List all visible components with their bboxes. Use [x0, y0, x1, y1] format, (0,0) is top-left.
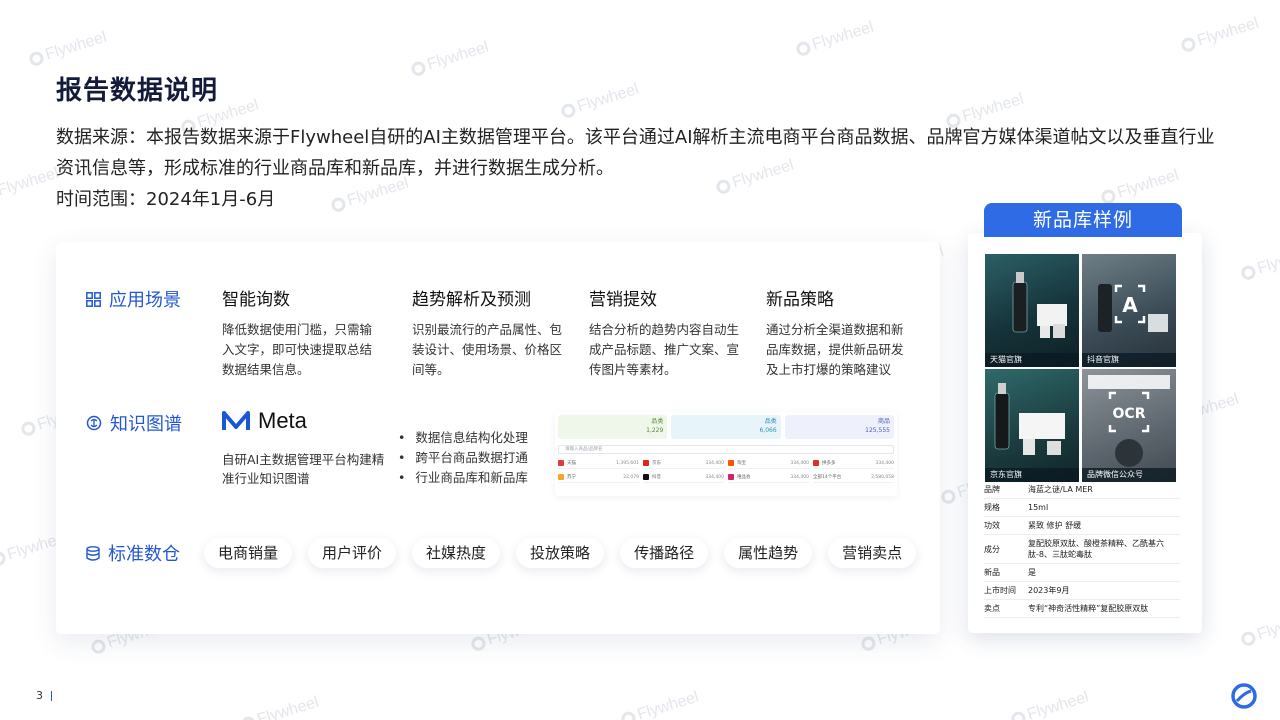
section-label-knowledge: 知识图谱	[86, 410, 182, 436]
attr-row: 功效 紧致 修护 舒缓	[984, 517, 1180, 535]
page-title: 报告数据说明	[56, 76, 219, 106]
chip-attribute-trend: 属性趋势	[724, 538, 813, 568]
warehouse-chips: 电商销量 用户评价 社媒热度 投放策略 传播路径 属性趋势 营销卖点	[204, 538, 917, 568]
platform-cell: 拼多多 334,400	[813, 458, 894, 469]
chip-spread-path: 传播路径	[620, 538, 709, 568]
watermark: Flywheel	[1239, 609, 1280, 650]
watermark: Flywheel	[0, 164, 61, 200]
stat-card: 品类 6,066	[671, 415, 781, 439]
intro-text: 数据来源：本报告数据来源于Flywheel自研的AI主数据管理平台。该平台通过A…	[56, 122, 1216, 215]
bullet-item: 数据信息结构化处理	[398, 428, 528, 448]
brain-icon	[86, 415, 102, 431]
attr-row: 规格 15ml	[984, 499, 1180, 517]
feature-marketing: 营销提效 结合分析的趋势内容自动生成产品标题、推广文案、宣传图片等素材。	[589, 285, 739, 380]
chip-ad-strategy: 投放策略	[516, 538, 605, 568]
stat-label: 品类	[764, 418, 777, 425]
feature-desc: 识别最流行的产品属性、包装设计、使用场景、价格区间等。	[412, 322, 563, 377]
product-bottle-icon	[994, 383, 1065, 455]
stat-value: 6,066	[759, 427, 777, 434]
section-label-warehouse: 标准数仓	[86, 540, 180, 566]
watermark: Flywheel	[27, 29, 109, 70]
bullet-item: 行业商品库和新品库	[398, 468, 528, 488]
feature-desc: 降低数据使用门槛，只需输入文字，即可快速提取总结数据结果信息。	[222, 322, 373, 377]
dashboard-search[interactable]: 请输入商品/品牌名	[558, 445, 894, 454]
meta-icon	[222, 411, 250, 430]
image-caption: 天猫官旗	[985, 353, 1079, 367]
sample-image-tmall: 天猫官旗	[985, 254, 1079, 367]
watermark: Flywheel	[1009, 689, 1091, 720]
chip-ecommerce-sales: 电商销量	[204, 538, 293, 568]
feature-title: 新品策略	[766, 290, 834, 310]
sample-image-douyin: A 抖音官旗	[1082, 254, 1176, 367]
meta-name: Meta	[258, 408, 307, 433]
watermark: Flywheel	[409, 39, 491, 80]
attr-row: 卖点 专利“神奇活性精粹”复配胶原双肽	[984, 600, 1180, 618]
watermark: Flywheel	[1179, 15, 1261, 56]
feature-title: 智能询数	[222, 290, 290, 310]
flywheel-logo-icon	[1231, 683, 1257, 709]
platform-cell: 天猫 1,395,601	[558, 458, 639, 469]
section-label-text: 知识图谱	[110, 414, 182, 435]
stat-value: 125,555	[865, 427, 890, 434]
section-label-scenarios: 应用场景	[86, 286, 181, 312]
platform-cell: 京东 334,400	[643, 458, 724, 469]
ocr-icon: OCR	[1088, 375, 1170, 467]
stat-label: 商品	[877, 418, 890, 425]
feature-smart-query: 智能询数 降低数据使用门槛，只需输入文字，即可快速提取总结数据结果信息。	[222, 285, 372, 380]
platform-cell: 淘宝 334,400	[728, 458, 809, 469]
feature-trend-analysis: 趋势解析及预测 识别最流行的产品属性、包装设计、使用场景、价格区间等。	[412, 285, 562, 380]
page-number-text: 3	[36, 689, 43, 702]
chip-user-reviews: 用户评价	[308, 538, 397, 568]
bullet-item: 跨平台商品数据打通	[398, 448, 528, 468]
watermark: Flywheel	[794, 19, 876, 60]
knowledge-bullets: 数据信息结构化处理 跨平台商品数据打通 行业商品库和新品库	[398, 428, 528, 488]
feature-title: 营销提效	[589, 290, 657, 310]
meta-logo: Meta	[222, 408, 307, 434]
sample-image-wechat: OCR 品牌微信公众号	[1082, 369, 1176, 482]
section-label-text: 应用场景	[109, 290, 181, 311]
meta-desc: 自研AI主数据管理平台构建精准行业知识图谱	[222, 452, 385, 486]
mini-dashboard: 品类 1,229 品类 6,066 商品 125,555 请输入商品/品牌名 天…	[555, 412, 897, 496]
image-caption: 京东官旗	[985, 468, 1079, 482]
chip-selling-points: 营销卖点	[828, 538, 917, 568]
attr-row: 成分 复配胶原双肽、酸橙茶精粹、乙酰基六肽-8、三肽蛇毒肽	[984, 535, 1180, 564]
stat-card: 商品 125,555	[784, 415, 894, 439]
sample-attributes: 品牌 海蓝之谜/LA MER 规格 15ml 功效 紧致 修护 舒缓 成分 复配胶原双肽…	[984, 481, 1180, 618]
watermark: Flywheel	[559, 81, 641, 122]
chip-social-heat: 社媒热度	[412, 538, 501, 568]
section-label-text: 标准数仓	[108, 544, 180, 565]
feature-new-product: 新品策略 通过分析全渠道数据和新品库数据，提供新品研发及上市打爆的策略建议	[766, 285, 908, 380]
database-icon	[86, 545, 100, 561]
feature-desc: 结合分析的趋势内容自动生成产品标题、推广文案、宣传图片等素材。	[589, 322, 740, 377]
platform-cell: 唯品会 334,400	[728, 472, 809, 483]
attr-row: 品牌 海蓝之谜/LA MER	[984, 481, 1180, 499]
page-number: 3	[36, 689, 52, 702]
stat-label: 品类	[651, 418, 664, 425]
feature-title: 趋势解析及预测	[412, 290, 531, 310]
stat-value: 1,229	[646, 427, 664, 434]
product-bottle-icon	[1012, 272, 1067, 338]
platform-cell: 苏宁 22,079	[558, 472, 639, 483]
image-caption: 抖音官旗	[1082, 353, 1176, 367]
svg-text:OCR: OCR	[1113, 406, 1146, 422]
platform-cell: 全部14个平台 2,580,058	[813, 472, 894, 483]
image-caption: 品牌微信公众号	[1082, 468, 1176, 482]
watermark: Flywheel	[619, 689, 701, 720]
svg-text:A: A	[1122, 293, 1138, 317]
sample-tab-title: 新品库样例	[984, 203, 1182, 237]
data-source-text: 数据来源：本报告数据来源于Flywheel自研的AI主数据管理平台。该平台通过A…	[56, 127, 1215, 179]
attr-row: 新品是	[984, 564, 1180, 582]
platform-cell: 抖音 334,400	[643, 472, 724, 483]
stat-card: 品类 1,229	[558, 415, 668, 439]
ai-recognition-icon: A	[1098, 284, 1168, 332]
attr-row: 上市时间 2023年9月	[984, 582, 1180, 600]
grid-icon	[86, 291, 101, 307]
watermark: Flywheel	[239, 694, 321, 720]
sample-image-jd: 京东官旗	[985, 369, 1079, 482]
watermark: Flywheel	[1239, 243, 1280, 284]
feature-desc: 通过分析全渠道数据和新品库数据，提供新品研发及上市打爆的策略建议	[766, 322, 904, 377]
